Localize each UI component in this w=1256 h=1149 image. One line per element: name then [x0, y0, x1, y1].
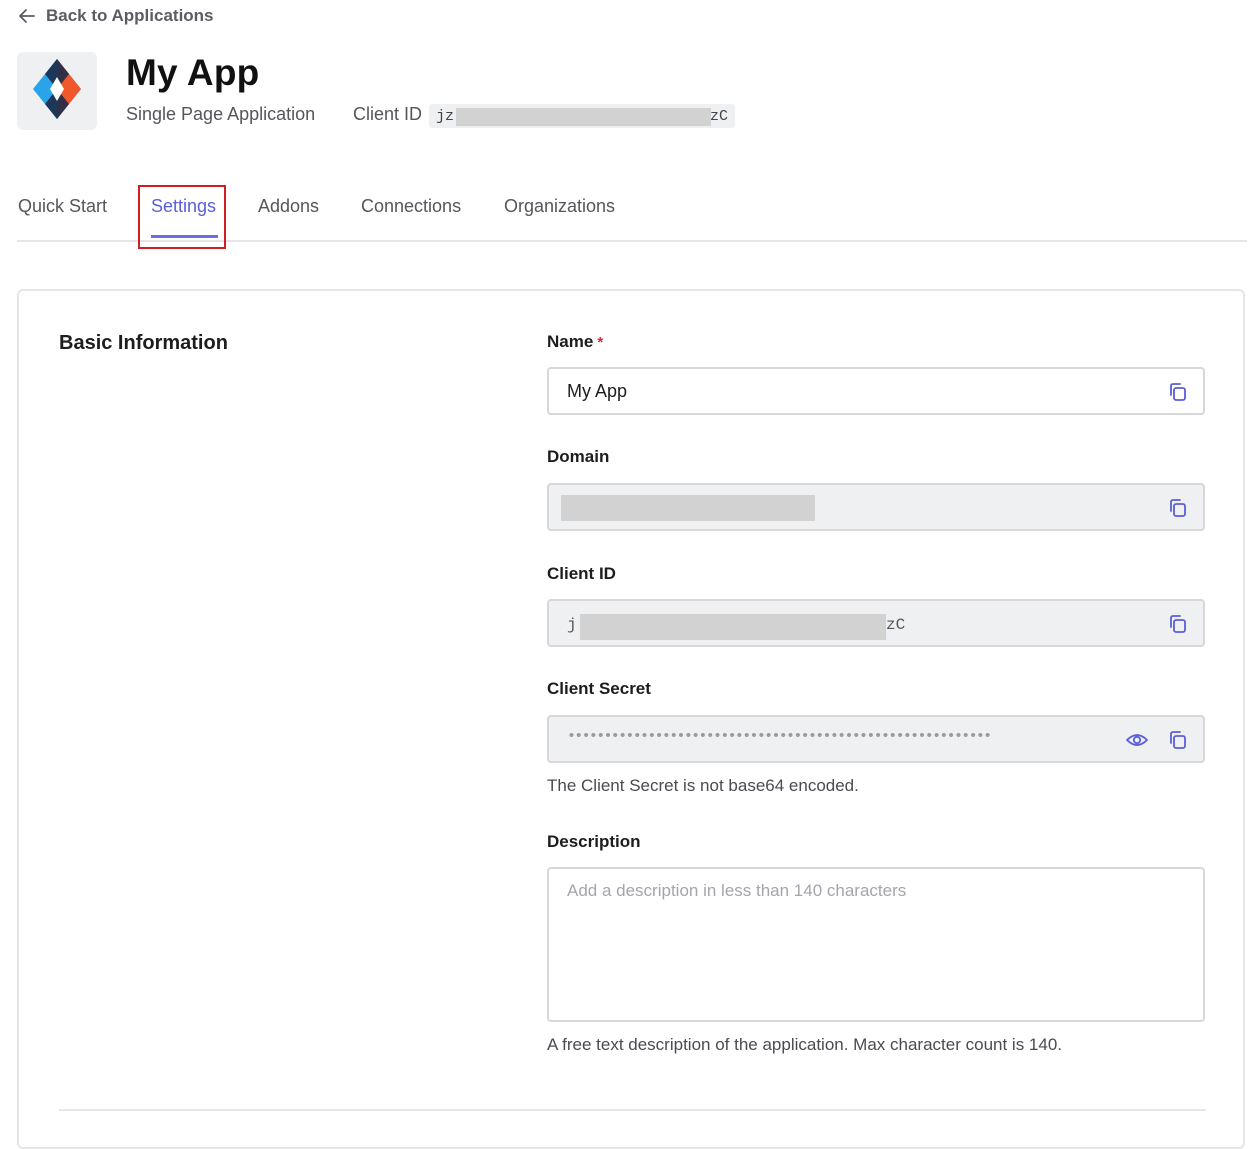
- client-id-chip-suffix: zC: [709, 108, 728, 125]
- section-divider: [59, 1109, 1206, 1111]
- app-logo-icon: [31, 57, 83, 126]
- client-secret-input[interactable]: ••••••••••••••••••••••••••••••••••••••••…: [547, 715, 1205, 763]
- name-label-text: Name: [547, 332, 594, 351]
- app-logo: [17, 52, 97, 130]
- client-id-chip-prefix: jz: [436, 108, 455, 125]
- redacted-block: [456, 108, 711, 126]
- tab-organizations[interactable]: Organizations: [504, 196, 615, 217]
- eye-icon[interactable]: [1125, 729, 1149, 751]
- tab-connections[interactable]: Connections: [361, 196, 461, 217]
- required-marker: *: [597, 334, 604, 351]
- redacted-block: [580, 614, 886, 640]
- description-placeholder: Add a description in less than 140 chara…: [567, 881, 907, 900]
- client-id-field-label: Client ID: [547, 564, 616, 583]
- app-type: Single Page Application: [126, 104, 316, 124]
- description-textarea[interactable]: Add a description in less than 140 chara…: [547, 867, 1205, 1022]
- client-id-input[interactable]: j zC: [547, 599, 1205, 647]
- name-input[interactable]: My App: [547, 367, 1205, 415]
- tab-bar: Quick Start Settings Addons Connections …: [17, 185, 1247, 249]
- client-id-prefix: j: [567, 616, 577, 634]
- description-field-label: Description: [547, 832, 641, 851]
- app-title: My App: [126, 52, 260, 93]
- copy-icon[interactable]: [1167, 613, 1189, 635]
- section-title-basic-information: Basic Information: [59, 332, 228, 354]
- tab-addons[interactable]: Addons: [258, 196, 319, 217]
- description-helper-text: A free text description of the applicati…: [547, 1035, 1063, 1054]
- back-link-label: Back to Applications: [46, 6, 214, 25]
- client-id-chip[interactable]: jz zC: [429, 104, 735, 128]
- client-secret-helper-text: The Client Secret is not base64 encoded.: [547, 776, 859, 795]
- tab-quick-start[interactable]: Quick Start: [18, 196, 107, 217]
- copy-icon[interactable]: [1167, 381, 1189, 403]
- arrow-left-icon: [18, 8, 36, 24]
- domain-input[interactable]: [547, 483, 1205, 531]
- name-field-label: Name *: [547, 332, 603, 352]
- settings-tab-highlight: [138, 185, 226, 249]
- back-to-applications-link[interactable]: Back to Applications: [18, 6, 214, 26]
- copy-icon[interactable]: [1167, 497, 1189, 519]
- redacted-block: [561, 495, 815, 521]
- client-id-suffix: zC: [886, 616, 906, 634]
- copy-icon[interactable]: [1167, 729, 1189, 751]
- name-input-value: My App: [567, 381, 628, 401]
- domain-field-label: Domain: [547, 447, 610, 466]
- client-id-header-label: Client ID: [353, 104, 423, 124]
- client-secret-field-label: Client Secret: [547, 679, 651, 698]
- client-secret-masked-value: ••••••••••••••••••••••••••••••••••••••••…: [567, 728, 992, 745]
